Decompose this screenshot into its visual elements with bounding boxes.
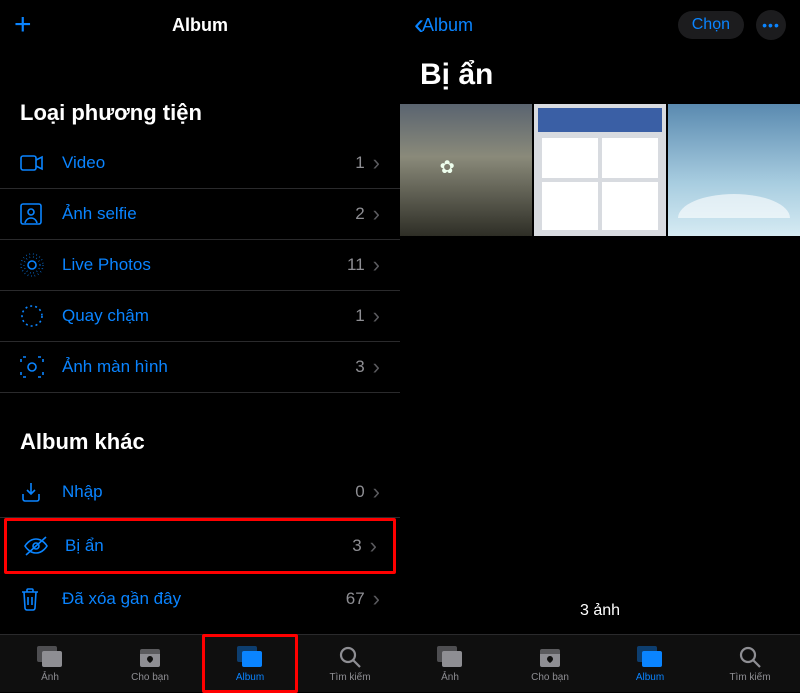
tab-label: Ảnh (41, 672, 59, 683)
tab-bar: Ảnh Cho bạn Album Tìm kiếm (400, 634, 800, 692)
back-button[interactable]: ‹ Album (414, 10, 473, 40)
header: ‹ Album Chọn ••• (400, 0, 800, 50)
row-video[interactable]: Video 1 › (0, 138, 400, 189)
slowmo-icon (20, 304, 50, 328)
screen-hidden-album: ‹ Album Chọn ••• Bị ẩn 3 ảnh Ảnh (400, 0, 800, 692)
row-count: 67 (346, 589, 365, 609)
screen-albums-list: + Album Loại phương tiện Video 1 › Ảnh s… (0, 0, 400, 692)
row-count: 2 (355, 204, 364, 224)
thumbnail-grid (400, 104, 800, 236)
foryou-tab-icon (138, 644, 162, 670)
row-label: Video (50, 153, 355, 173)
row-recently-deleted[interactable]: Đã xóa gần đây 67 › (0, 574, 400, 624)
search-tab-icon (738, 644, 762, 670)
row-label: Ảnh selfie (50, 204, 355, 224)
foryou-tab-icon (538, 644, 562, 670)
page-title: Bị ẩn (400, 50, 800, 104)
album-tab-icon (236, 644, 264, 670)
tab-label: Tìm kiếm (329, 672, 370, 683)
row-count: 0 (355, 482, 364, 502)
chevron-right-icon: › (370, 533, 377, 559)
tab-search[interactable]: Tìm kiếm (300, 635, 400, 692)
hidden-icon (23, 535, 53, 557)
tab-foryou[interactable]: Cho bạn (500, 635, 600, 692)
photo-thumbnail[interactable] (400, 104, 532, 236)
select-button[interactable]: Chọn (678, 11, 744, 39)
trash-icon (20, 587, 50, 611)
selfie-icon (20, 203, 50, 225)
row-label: Live Photos (50, 255, 347, 275)
search-tab-icon (338, 644, 362, 670)
tab-label: Album (636, 672, 664, 683)
row-import[interactable]: Nhập 0 › (0, 467, 400, 518)
section-other-albums: Album khác (0, 393, 400, 467)
row-selfie[interactable]: Ảnh selfie 2 › (0, 189, 400, 240)
tab-label: Album (236, 672, 264, 683)
chevron-right-icon: › (373, 479, 380, 505)
tab-label: Cho bạn (131, 672, 169, 683)
row-count: 3 (352, 536, 361, 556)
album-tab-icon (636, 644, 664, 670)
chevron-right-icon: › (373, 586, 380, 612)
photo-thumbnail[interactable] (534, 104, 666, 236)
tab-foryou[interactable]: Cho bạn (100, 635, 200, 692)
tab-label: Ảnh (441, 672, 459, 683)
chevron-right-icon: › (373, 354, 380, 380)
row-count: 1 (355, 153, 364, 173)
row-screenshot[interactable]: Ảnh màn hình 3 › (0, 342, 400, 393)
screenshot-icon (20, 356, 50, 378)
row-label: Nhập (50, 482, 355, 502)
import-icon (20, 481, 50, 503)
section-media-types: Loại phương tiện (0, 50, 400, 138)
row-label: Ảnh màn hình (50, 357, 355, 377)
row-count: 3 (355, 357, 364, 377)
header-title: Album (0, 15, 400, 36)
tab-bar: Ảnh Cho bạn Album Tìm kiếm (0, 634, 400, 692)
photos-tab-icon (436, 644, 464, 670)
photo-thumbnail[interactable] (668, 104, 800, 236)
tab-album[interactable]: Album (600, 635, 700, 692)
row-label: Đã xóa gần đây (50, 589, 346, 609)
tab-label: Tìm kiếm (729, 672, 770, 683)
tab-photos[interactable]: Ảnh (0, 635, 100, 692)
row-slowmo[interactable]: Quay chậm 1 › (0, 291, 400, 342)
row-count: 11 (347, 255, 365, 275)
tab-search[interactable]: Tìm kiếm (700, 635, 800, 692)
video-icon (20, 155, 50, 171)
row-label: Quay chậm (50, 306, 355, 326)
chevron-right-icon: › (373, 252, 380, 278)
chevron-right-icon: › (373, 201, 380, 227)
live-icon (20, 253, 50, 277)
photos-tab-icon (36, 644, 64, 670)
more-icon: ••• (762, 17, 780, 33)
chevron-right-icon: › (373, 150, 380, 176)
content: Loại phương tiện Video 1 › Ảnh selfie 2 … (0, 50, 400, 634)
row-live-photos[interactable]: Live Photos 11 › (0, 240, 400, 291)
count-footer: 3 ảnh (400, 602, 800, 634)
header: + Album (0, 0, 400, 50)
row-label: Bị ẩn (53, 536, 352, 556)
tab-photos[interactable]: Ảnh (400, 635, 500, 692)
tab-album[interactable]: Album (200, 635, 300, 692)
row-hidden[interactable]: Bị ẩn 3 › (4, 518, 396, 574)
add-icon[interactable]: + (14, 10, 32, 40)
more-button[interactable]: ••• (756, 10, 786, 40)
back-label: Album (422, 15, 473, 36)
chevron-right-icon: › (373, 303, 380, 329)
tab-label: Cho bạn (531, 672, 569, 683)
row-count: 1 (355, 306, 364, 326)
